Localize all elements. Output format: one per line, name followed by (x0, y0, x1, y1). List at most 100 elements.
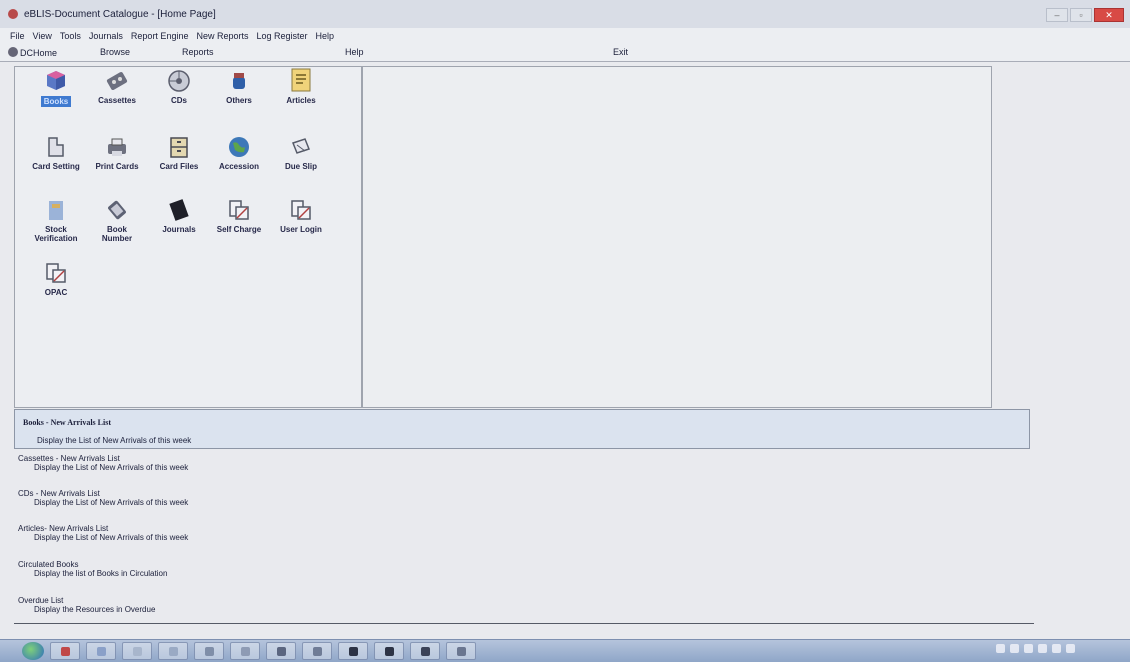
app-icon (8, 9, 18, 19)
opac-icon (46, 263, 66, 283)
menu-tools[interactable]: Tools (60, 31, 81, 41)
home-icon (8, 47, 18, 57)
journals-tile[interactable]: Journals (145, 198, 213, 234)
report-title: Cassettes - New Arrivals List (18, 454, 120, 463)
tray-icon[interactable] (1010, 644, 1019, 653)
app-icon (312, 646, 322, 656)
content-pane (362, 66, 992, 408)
others-tile[interactable]: Others (205, 69, 273, 105)
app-icon (276, 646, 286, 656)
taskbar (0, 639, 1130, 662)
journal-icon (169, 199, 189, 221)
module-icon-pane: Books Cassettes CDs Others Articles Card… (14, 66, 362, 408)
taskbar-app-8[interactable] (302, 642, 332, 660)
print-cards-tile[interactable]: Print Cards (83, 135, 151, 171)
close-button[interactable]: ✕ (1094, 8, 1124, 22)
exit-button[interactable]: Exit (613, 47, 628, 57)
accession-tile[interactable]: Accession (205, 135, 273, 171)
card-setting-tile[interactable]: Card Setting (22, 135, 90, 171)
self-charge-tile[interactable]: Self Charge (205, 198, 273, 234)
taskbar-app-3[interactable] (122, 642, 152, 660)
report-title: Articles- New Arrivals List (18, 524, 109, 533)
file-cabinet-icon (170, 137, 188, 158)
restore-button[interactable]: ▫ (1070, 8, 1092, 22)
opac-tile[interactable]: OPAC (22, 261, 90, 297)
taskbar-app-4[interactable] (158, 642, 188, 660)
menu-report-engine[interactable]: Report Engine (131, 31, 189, 41)
app-icon (168, 646, 178, 656)
divider (14, 623, 1034, 624)
taskbar-app-6[interactable] (230, 642, 260, 660)
report-description: Display the List of New Arrivals of this… (34, 498, 189, 507)
help-button[interactable]: Help (345, 47, 364, 57)
cassettes-tile[interactable]: Cassettes (83, 69, 151, 105)
menu-new-reports[interactable]: New Reports (196, 31, 248, 41)
network-icon[interactable] (1038, 644, 1047, 653)
title-bar: eBLIS-Document Catalogue - [Home Page] –… (0, 0, 1130, 28)
report-description: Display the List of New Arrivals of this… (37, 436, 192, 445)
article-icon (291, 68, 311, 92)
taskbar-app-7[interactable] (266, 642, 296, 660)
report-description: Display the Resources in Overdue (34, 605, 156, 614)
globe-icon (229, 137, 249, 157)
volume-icon[interactable] (1052, 644, 1061, 653)
book-number-icon (108, 200, 126, 220)
taskbar-app-5[interactable] (194, 642, 224, 660)
report-item-books-new-arrivals[interactable]: Books - New Arrivals List Display the Li… (14, 409, 1030, 449)
due-slip-tile[interactable]: Due Slip (267, 135, 335, 171)
books-icon (47, 71, 65, 90)
due-slip-icon (292, 138, 310, 154)
app-icon (204, 646, 214, 656)
report-title: CDs - New Arrivals List (18, 489, 100, 498)
tray-icon[interactable] (1024, 644, 1033, 653)
app-icon (456, 646, 466, 656)
toolbar: DCHome Browse Reports Help Exit (0, 44, 1130, 62)
report-title: Overdue List (18, 596, 64, 605)
report-description: Display the list of Books in Circulation (34, 569, 168, 578)
menu-help[interactable]: Help (316, 31, 335, 41)
menu-journals[interactable]: Journals (89, 31, 123, 41)
reports-list: Books - New Arrivals List Display the Li… (14, 409, 1034, 625)
start-button[interactable] (22, 642, 44, 660)
report-title: Circulated Books (18, 560, 79, 569)
books-tile[interactable]: Books (22, 69, 90, 107)
menu-view[interactable]: View (33, 31, 52, 41)
card-files-tile[interactable]: Card Files (145, 135, 213, 171)
taskbar-app-1[interactable] (50, 642, 80, 660)
menu-file[interactable]: File (10, 31, 25, 41)
articles-tile[interactable]: Articles (267, 67, 335, 105)
app-icon (240, 646, 250, 656)
taskbar-app-10[interactable] (374, 642, 404, 660)
tray-icon[interactable] (996, 644, 1005, 653)
taskbar-app-12[interactable] (446, 642, 476, 660)
jar-icon (233, 73, 245, 89)
app-icon (132, 646, 142, 656)
cds-tile[interactable]: CDs (145, 69, 213, 105)
taskbar-app-9[interactable] (338, 642, 368, 660)
browse-button[interactable]: Browse (100, 47, 130, 57)
app-icon (348, 646, 358, 656)
app-icon (60, 646, 70, 656)
power-icon[interactable] (1066, 644, 1075, 653)
taskbar-app-2[interactable] (86, 642, 116, 660)
cassette-icon (106, 72, 128, 90)
reports-button[interactable]: Reports (182, 47, 214, 57)
user-login-icon (291, 200, 311, 220)
card-setting-icon (48, 137, 64, 157)
report-description: Display the List of New Arrivals of this… (34, 533, 189, 542)
minimize-button[interactable]: – (1046, 8, 1068, 22)
taskbar-app-11[interactable] (410, 642, 440, 660)
window-controls: – ▫ ✕ (1046, 8, 1124, 22)
dchome-button[interactable]: DCHome (8, 47, 57, 58)
menu-bar: File View Tools Journals Report Engine N… (0, 28, 1130, 44)
app-icon (420, 646, 430, 656)
report-title: Books - New Arrivals List (23, 418, 111, 427)
app-icon (96, 646, 106, 656)
cd-icon (168, 70, 190, 92)
self-charge-icon (229, 200, 249, 220)
stock-verification-tile[interactable]: Stock Verification (22, 198, 90, 243)
user-login-tile[interactable]: User Login (267, 198, 335, 234)
app-icon (384, 646, 394, 656)
book-number-tile[interactable]: Book Number (83, 198, 151, 243)
menu-log-register[interactable]: Log Register (257, 31, 308, 41)
